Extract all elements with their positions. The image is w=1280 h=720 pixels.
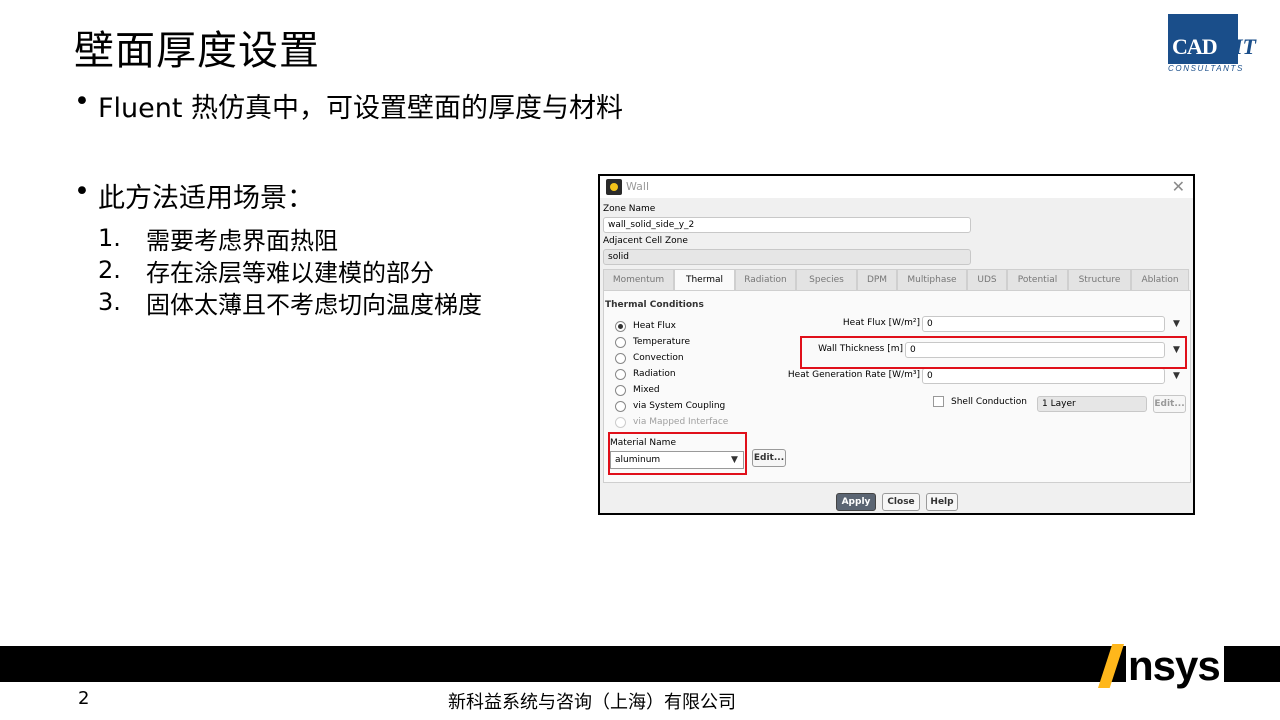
zone-name-input[interactable]: wall_solid_side_y_2 — [603, 217, 971, 233]
list-text: 存在涂层等难以建模的部分 — [146, 258, 434, 287]
radio-label: Mixed — [633, 385, 660, 395]
slide-title: 壁面厚度设置 — [74, 28, 320, 74]
logo-suffix-text: IT — [1234, 34, 1256, 59]
wall-dialog: Wall ✕ Zone Name wall_solid_side_y_2 Adj… — [598, 174, 1195, 515]
list-number: 3. — [98, 288, 121, 316]
radio-label: Temperature — [633, 337, 691, 347]
dialog-titlebar: Wall ✕ — [600, 176, 1193, 198]
zone-name-label: Zone Name — [603, 204, 656, 214]
list-number: 1. — [98, 224, 121, 252]
wall-thickness-highlight — [800, 336, 1187, 369]
radio-icon — [615, 336, 626, 348]
footer-bar — [0, 646, 1280, 682]
ansys-brand-text: nsys — [1126, 643, 1224, 689]
shell-conduction-label: Shell Conduction — [951, 397, 1027, 407]
heat-flux-dropdown-icon[interactable]: ▼ — [1173, 319, 1180, 329]
bullet-use-cases: 此方法适用场景： — [74, 176, 314, 215]
radio-radiation[interactable]: Radiation — [615, 367, 676, 381]
fluent-app-icon — [606, 179, 622, 195]
dialog-title: Wall — [626, 180, 650, 193]
heat-generation-label: Heat Generation Rate [W/m³] — [787, 370, 920, 380]
tab-dpm[interactable]: DPM — [857, 269, 897, 291]
tab-multiphase[interactable]: Multiphase — [897, 269, 967, 291]
list-item: 3. 固体太薄且不考虑切向温度梯度 — [98, 286, 482, 319]
tab-species[interactable]: Species — [796, 269, 857, 291]
thermal-conditions-label: Thermal Conditions — [605, 300, 704, 310]
apply-button[interactable]: Apply — [836, 493, 876, 511]
radio-system-coupling[interactable]: via System Coupling — [615, 399, 725, 413]
tab-radiation[interactable]: Radiation — [735, 269, 796, 291]
ansys-logo: nsys — [1098, 640, 1224, 692]
list-text: 需要考虑界面热阻 — [146, 226, 338, 255]
tab-momentum[interactable]: Momentum — [603, 269, 674, 291]
bullet-fluent-wall: Fluent 热仿真中，可设置壁面的厚度与材料 — [74, 86, 623, 125]
list-text: 固体太薄且不考虑切向温度梯度 — [146, 290, 482, 319]
radio-icon — [615, 400, 626, 412]
tab-structure[interactable]: Structure — [1068, 269, 1131, 291]
list-number: 2. — [98, 256, 121, 284]
heat-flux-label: Heat Flux [W/m²] — [842, 318, 920, 328]
heat-flux-input[interactable]: 0 — [922, 316, 1165, 332]
list-item: 2. 存在涂层等难以建模的部分 — [98, 254, 482, 287]
company-name: 新科益系统与咨询（上海）有限公司 — [448, 692, 736, 713]
tab-ablation[interactable]: Ablation — [1131, 269, 1189, 291]
radio-mapped-interface: via Mapped Interface — [615, 415, 728, 429]
radio-mixed[interactable]: Mixed — [615, 383, 660, 397]
radio-label: via Mapped Interface — [633, 417, 729, 427]
close-button[interactable]: Close — [882, 493, 920, 511]
close-icon[interactable]: ✕ — [1172, 177, 1185, 196]
logo-main-text: CAD — [1172, 34, 1218, 59]
radio-label: Heat Flux — [633, 321, 676, 331]
material-edit-button[interactable]: Edit... — [752, 449, 786, 467]
cadit-logo: CAD IT CONSULTANTS — [1166, 12, 1272, 74]
radio-icon — [615, 384, 626, 396]
radio-heat-flux[interactable]: Heat Flux — [615, 319, 676, 333]
layer-count-field: 1 Layer — [1037, 396, 1147, 412]
radio-label: Convection — [633, 353, 684, 363]
tab-thermal[interactable]: Thermal — [674, 269, 735, 291]
radio-icon — [615, 352, 626, 364]
ansys-slash-icon — [1098, 644, 1124, 688]
shell-edit-button: Edit... — [1153, 395, 1186, 413]
use-case-list: 1. 需要考虑界面热阻 2. 存在涂层等难以建模的部分 3. 固体太薄且不考虑切… — [98, 222, 482, 319]
tab-potential[interactable]: Potential — [1007, 269, 1068, 291]
radio-convection[interactable]: Convection — [615, 351, 684, 365]
heat-generation-input[interactable]: 0 — [922, 368, 1165, 384]
logo-sub-text: CONSULTANTS — [1168, 64, 1244, 73]
tab-bar: Momentum Thermal Radiation Species DPM M… — [603, 269, 1191, 291]
help-button[interactable]: Help — [926, 493, 958, 511]
radio-icon — [615, 368, 626, 380]
shell-conduction-checkbox[interactable] — [933, 396, 944, 407]
radio-label: via System Coupling — [633, 401, 726, 411]
radio-label: Radiation — [633, 369, 676, 379]
material-highlight — [608, 432, 747, 475]
adjacent-cell-zone-field: solid — [603, 249, 971, 265]
list-item: 1. 需要考虑界面热阻 — [98, 222, 482, 255]
radio-temperature[interactable]: Temperature — [615, 335, 690, 349]
radio-icon — [615, 416, 626, 428]
page-number: 2 — [78, 688, 90, 709]
tab-uds[interactable]: UDS — [967, 269, 1007, 291]
radio-selected-icon — [615, 320, 626, 332]
adjacent-cell-zone-label: Adjacent Cell Zone — [603, 236, 688, 246]
heat-generation-dropdown-icon[interactable]: ▼ — [1173, 371, 1180, 381]
